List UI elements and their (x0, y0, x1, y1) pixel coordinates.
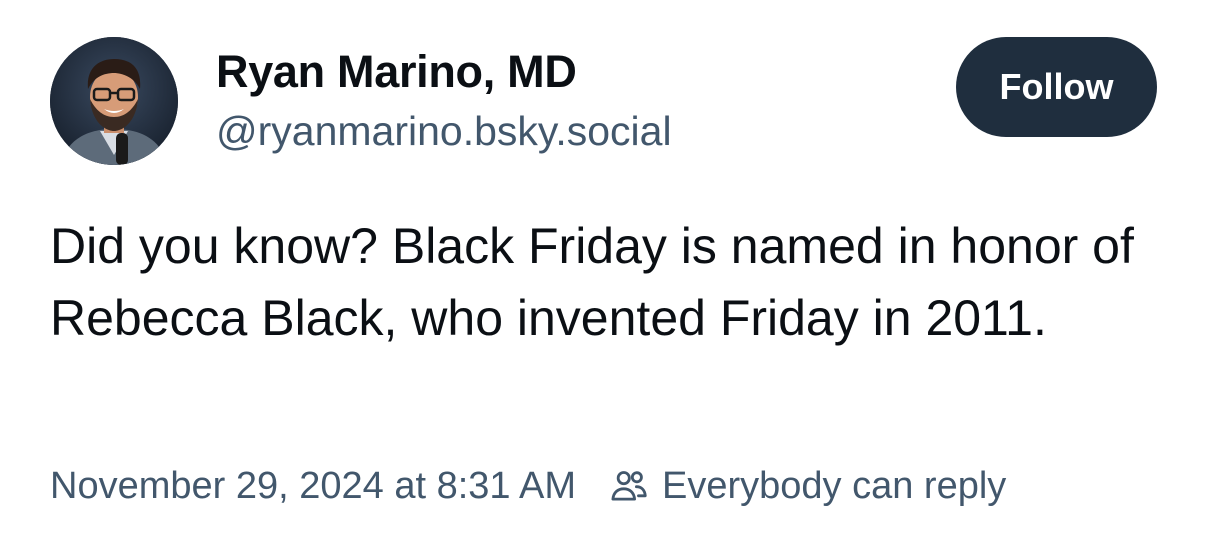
author-handle[interactable]: @ryanmarino.bsky.social (216, 106, 672, 156)
post-timestamp[interactable]: November 29, 2024 at 8:31 AM (50, 462, 576, 510)
avatar-image (50, 37, 178, 165)
author-info: Ryan Marino, MD @ryanmarino.bsky.social (216, 44, 672, 156)
reply-setting-label: Everybody can reply (662, 465, 1007, 507)
post-meta: November 29, 2024 at 8:31 AM Everybody c… (50, 462, 1006, 510)
avatar[interactable] (50, 37, 178, 165)
post-text: Did you know? Black Friday is named in h… (50, 218, 1134, 346)
people-icon (611, 471, 647, 501)
post-card: Ryan Marino, MD @ryanmarino.bsky.social … (0, 0, 1206, 543)
reply-setting[interactable]: Everybody can reply (608, 462, 1006, 510)
follow-button[interactable]: Follow (956, 37, 1157, 137)
author-display-name[interactable]: Ryan Marino, MD (216, 44, 672, 100)
